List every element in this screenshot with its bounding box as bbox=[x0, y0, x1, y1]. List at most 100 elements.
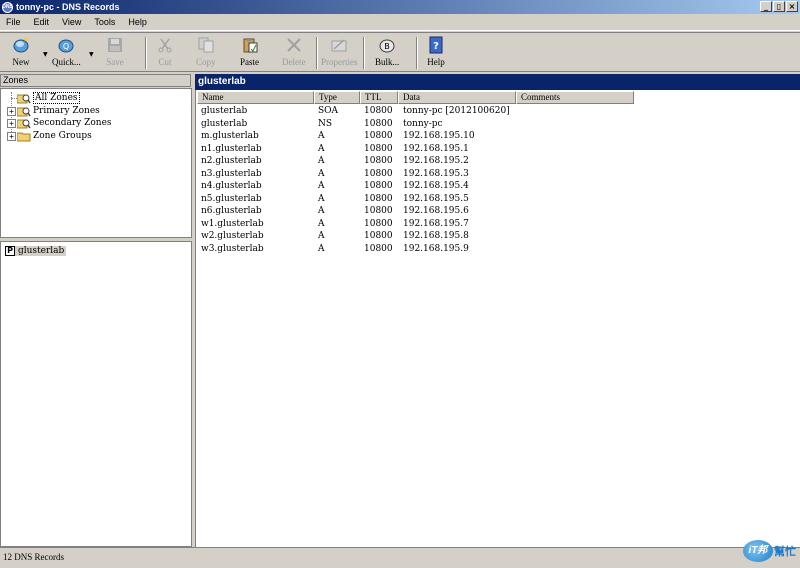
new-dropdown-arrow-icon[interactable]: ▼ bbox=[43, 51, 48, 58]
table-cell-name: n3.glusterlab bbox=[201, 168, 262, 179]
primary-zone-icon: P bbox=[5, 246, 15, 256]
cut-button[interactable]: Cut bbox=[156, 36, 174, 70]
scissors-icon bbox=[156, 36, 174, 54]
table-cell-data: 192.168.195.1 bbox=[403, 143, 469, 154]
column-header-data[interactable]: Data bbox=[398, 91, 516, 104]
save-disk-icon bbox=[106, 36, 124, 54]
table-row[interactable]: w1.glusterlab A 10800 192.168.195.7 bbox=[196, 219, 800, 232]
table-cell-name: n6.glusterlab bbox=[201, 206, 262, 216]
table-cell-type: A bbox=[318, 156, 325, 166]
table-cell-data: 192.168.195.3 bbox=[403, 168, 469, 179]
restore-button[interactable]: ▯ bbox=[773, 1, 785, 12]
expand-plus-icon[interactable]: + bbox=[7, 131, 16, 141]
zone-list-panel: P glusterlab bbox=[0, 241, 192, 547]
table-row[interactable]: glusterlab SOA 10800 tonny-pc [2012100620] bbox=[196, 106, 800, 119]
quick-button[interactable]: Q Quick... bbox=[52, 36, 81, 70]
watermark-text: 幫忙 bbox=[774, 546, 796, 558]
table-cell-data: 192.168.195.2 bbox=[403, 156, 469, 166]
menu-file[interactable]: File bbox=[6, 17, 21, 27]
zones-magnifier-icon bbox=[16, 118, 31, 129]
expand-plus-icon[interactable]: + bbox=[7, 118, 16, 128]
table-cell-name: glusterlab bbox=[201, 106, 248, 116]
table-cell-data: 192.168.195.10 bbox=[403, 131, 475, 141]
tree-item-primary-zones[interactable]: + Primary Zones bbox=[7, 105, 100, 117]
quick-record-icon: Q bbox=[57, 36, 75, 54]
table-cell-ttl: 10800 bbox=[364, 231, 393, 241]
dns-app-icon: DNS bbox=[2, 1, 13, 13]
table-row[interactable]: n1.glusterlab A 10800 192.168.195.1 bbox=[196, 144, 800, 157]
delete-x-icon bbox=[285, 36, 303, 54]
table-row[interactable]: m.glusterlab A 10800 192.168.195.10 bbox=[196, 131, 800, 144]
toolbar-separator bbox=[145, 37, 147, 69]
column-header-comments[interactable]: Comments bbox=[516, 91, 634, 104]
table-cell-data: 192.168.195.7 bbox=[403, 218, 469, 229]
table-row[interactable]: glusterlab NS 10800 tonny-pc bbox=[196, 119, 800, 132]
tree-item-all-zones[interactable]: All Zones bbox=[7, 92, 80, 104]
properties-button[interactable]: Properties bbox=[321, 36, 358, 70]
minimize-button[interactable]: _ bbox=[760, 1, 772, 12]
records-list: Name Type TTL Data Comments glusterlab SO… bbox=[195, 90, 800, 547]
menu-help[interactable]: Help bbox=[128, 17, 147, 27]
bulk-button[interactable]: B Bulk... bbox=[375, 36, 399, 70]
menu-bar: File Edit View Tools Help bbox=[0, 14, 800, 31]
table-cell-type: A bbox=[318, 206, 325, 216]
save-button[interactable]: Save bbox=[106, 36, 124, 70]
table-cell-type: A bbox=[318, 131, 325, 141]
table-cell-name: n1.glusterlab bbox=[201, 143, 262, 154]
table-row[interactable]: n6.glusterlab A 10800 192.168.195.6 bbox=[196, 206, 800, 219]
table-row[interactable]: n3.glusterlab A 10800 192.168.195.3 bbox=[196, 169, 800, 182]
table-row[interactable]: n5.glusterlab A 10800 192.168.195.5 bbox=[196, 194, 800, 207]
column-header-name[interactable]: Name bbox=[197, 91, 314, 104]
table-cell-data: tonny-pc [2012100620] bbox=[403, 106, 510, 116]
toolbar-separator bbox=[316, 37, 318, 69]
table-cell-ttl: 10800 bbox=[364, 156, 393, 166]
tree-item-secondary-zones[interactable]: + Secondary Zones bbox=[7, 117, 112, 129]
table-cell-ttl: 10800 bbox=[364, 218, 393, 229]
title-bar: DNS tonny-pc - DNS Records _ ▯ × bbox=[0, 0, 800, 14]
table-row[interactable]: w3.glusterlab A 10800 192.168.195.9 bbox=[196, 244, 800, 257]
records-panel-title: glusterlab bbox=[195, 74, 800, 90]
zone-list-item[interactable]: P glusterlab bbox=[5, 246, 67, 256]
toolbar-separator bbox=[416, 37, 418, 69]
table-cell-name: glusterlab bbox=[201, 118, 248, 129]
expand-plus-icon[interactable]: + bbox=[7, 106, 16, 116]
new-record-icon bbox=[12, 36, 30, 54]
menu-edit[interactable]: Edit bbox=[34, 17, 50, 27]
table-cell-name: m.glusterlab bbox=[201, 131, 259, 141]
quick-dropdown-arrow-icon[interactable]: ▼ bbox=[89, 51, 94, 58]
zones-tree: All Zones + Primary Zones + Secondary Zo… bbox=[0, 88, 192, 238]
zones-panel-header: Zones bbox=[0, 74, 191, 87]
table-cell-name: n2.glusterlab bbox=[201, 156, 262, 166]
column-header-ttl[interactable]: TTL bbox=[360, 91, 398, 104]
table-cell-data: 192.168.195.6 bbox=[403, 206, 469, 216]
close-button[interactable]: × bbox=[786, 1, 798, 12]
help-button[interactable]: ? Help bbox=[427, 36, 445, 70]
table-cell-ttl: 10800 bbox=[364, 243, 393, 254]
table-row[interactable]: n4.glusterlab A 10800 192.168.195.4 bbox=[196, 181, 800, 194]
table-cell-ttl: 10800 bbox=[364, 143, 393, 154]
clipboard-icon bbox=[241, 36, 259, 54]
tree-item-zone-groups[interactable]: + Zone Groups bbox=[7, 130, 92, 142]
bulk-records-icon: B bbox=[378, 36, 396, 54]
table-cell-type: NS bbox=[318, 118, 333, 129]
menu-tools[interactable]: Tools bbox=[94, 17, 115, 27]
table-cell-type: SOA bbox=[318, 106, 339, 116]
copy-button[interactable]: Copy bbox=[196, 36, 216, 70]
table-cell-type: A bbox=[318, 218, 325, 229]
new-button[interactable]: New bbox=[12, 36, 30, 70]
paste-button[interactable]: Paste bbox=[240, 36, 259, 70]
zones-magnifier-icon bbox=[16, 93, 31, 104]
toolbar: New ▼ Q Quick... ▼ Save Cut Copy Paste D… bbox=[0, 32, 800, 72]
table-cell-name: w1.glusterlab bbox=[201, 218, 264, 229]
table-row[interactable]: w2.glusterlab A 10800 192.168.195.8 bbox=[196, 231, 800, 244]
table-cell-type: A bbox=[318, 231, 325, 241]
table-cell-ttl: 10800 bbox=[364, 181, 393, 191]
table-cell-type: A bbox=[318, 168, 325, 179]
svg-text:?: ? bbox=[433, 41, 439, 52]
delete-button[interactable]: Delete bbox=[282, 36, 305, 70]
column-header-type[interactable]: Type bbox=[314, 91, 360, 104]
menu-view[interactable]: View bbox=[62, 17, 81, 27]
zones-magnifier-icon bbox=[16, 106, 31, 117]
table-cell-ttl: 10800 bbox=[364, 168, 393, 179]
table-row[interactable]: n2.glusterlab A 10800 192.168.195.2 bbox=[196, 156, 800, 169]
